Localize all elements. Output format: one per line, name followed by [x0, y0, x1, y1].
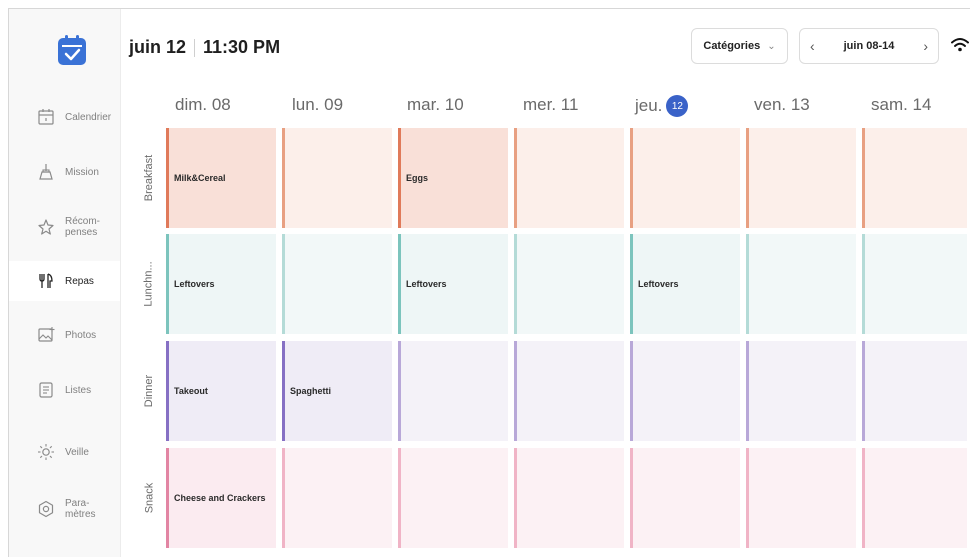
meal-cell[interactable] — [514, 128, 624, 228]
page-title: juin 12 11:30 PM — [129, 37, 280, 58]
wifi-icon — [951, 38, 969, 52]
sidebar-item-listes[interactable]: Listes — [9, 370, 120, 410]
day-label: mer. 11 — [523, 95, 579, 114]
chevron-down-icon: ⌄ — [767, 40, 776, 52]
meal-label: Breakfast — [143, 154, 155, 202]
meal-cell[interactable] — [282, 128, 392, 228]
header-date: juin 12 — [129, 37, 187, 57]
day-label: lun. 09 — [292, 95, 344, 114]
sidebar: Calendrier Mission Récom- penses Repas P… — [9, 9, 121, 557]
meal-row-label: Dinner — [137, 341, 161, 441]
sidebar-item-label: Calendrier — [65, 111, 112, 123]
meal-entry: Leftovers — [406, 279, 447, 289]
meal-cell[interactable]: Leftovers — [166, 234, 276, 334]
today-badge: 12 — [666, 95, 689, 117]
day-label: jeu. — [635, 96, 663, 115]
list-icon — [39, 382, 53, 398]
star-icon — [38, 219, 54, 235]
sidebar-item-veille[interactable]: Veille — [9, 432, 120, 472]
meal-cell[interactable] — [862, 234, 967, 334]
header-time: 11:30 PM — [203, 37, 281, 57]
meal-cell[interactable]: Leftovers — [398, 234, 508, 334]
meal-entry: Takeout — [174, 386, 208, 396]
day-label: sam. 14 — [871, 95, 932, 114]
app-logo-icon — [58, 35, 86, 65]
day-header: mar. 10 — [407, 95, 464, 115]
day-label: ven. 13 — [754, 95, 810, 114]
gear-icon — [38, 500, 54, 518]
meal-label: Lunchn... — [143, 261, 156, 307]
categories-label: Catégories — [703, 40, 761, 52]
meal-cell[interactable] — [630, 341, 740, 441]
header-divider — [194, 38, 196, 57]
meal-cell[interactable] — [862, 448, 967, 548]
meal-entry: Milk&Cereal — [174, 173, 226, 183]
sidebar-item-label: Listes — [65, 384, 92, 396]
week-label: juin 08-14 — [843, 40, 895, 52]
sidebar-item-label: Mission — [65, 166, 99, 178]
next-week-button[interactable]: › — [923, 38, 928, 54]
meal-cell[interactable] — [282, 448, 392, 548]
broom-icon — [39, 164, 53, 180]
categories-dropdown[interactable]: Catégories ⌄ — [691, 28, 788, 64]
meal-entry: Leftovers — [638, 279, 679, 289]
meal-cell[interactable] — [746, 448, 856, 548]
meal-cell[interactable] — [514, 448, 624, 548]
meal-label: Dinner — [143, 374, 155, 408]
day-header: sam. 14 — [871, 95, 931, 115]
day-header: jeu. 12 — [635, 95, 689, 117]
day-label: dim. 08 — [175, 95, 231, 114]
meal-cell[interactable] — [746, 234, 856, 334]
day-header: dim. 08 — [175, 95, 231, 115]
meal-cell[interactable]: Cheese and Crackers — [166, 448, 276, 548]
week-navigator: ‹ juin 08-14 › — [799, 28, 939, 64]
meal-cell[interactable] — [282, 234, 392, 334]
meal-cell[interactable] — [514, 341, 624, 441]
meal-cell[interactable] — [398, 448, 508, 548]
meal-cell[interactable]: Leftovers — [630, 234, 740, 334]
photo-icon — [38, 327, 55, 342]
day-header: ven. 13 — [754, 95, 810, 115]
utensils-icon — [39, 273, 53, 288]
meal-cell[interactable] — [746, 128, 856, 228]
meal-cell[interactable] — [862, 341, 967, 441]
meal-entry: Spaghetti — [290, 386, 332, 396]
day-header: lun. 09 — [292, 95, 343, 115]
sidebar-item-parametres[interactable]: Para- mètres — [9, 489, 120, 529]
meal-row-label: Breakfast — [137, 128, 161, 228]
sidebar-item-label: Photos — [65, 329, 97, 341]
sidebar-item-repas[interactable]: Repas — [9, 261, 120, 301]
day-header: mer. 11 — [523, 95, 578, 115]
meal-entry: Cheese and Crackers — [174, 493, 266, 503]
sidebar-item-label: Para- mètres — [65, 498, 96, 520]
meal-entry: Leftovers — [174, 279, 215, 289]
sidebar-item-label: Récom- penses — [65, 216, 101, 238]
meal-row-label: Snack — [137, 448, 161, 548]
meal-label: Snack — [143, 482, 156, 514]
sidebar-item-mission[interactable]: Mission — [9, 152, 120, 192]
sun-icon — [38, 444, 54, 460]
app-window: Calendrier Mission Récom- penses Repas P… — [8, 8, 970, 557]
calendar-icon — [38, 109, 54, 125]
meal-cell[interactable] — [398, 341, 508, 441]
sidebar-item-photos[interactable]: Photos — [9, 315, 120, 355]
sidebar-item-label: Repas — [65, 275, 94, 287]
meal-cell[interactable] — [862, 128, 967, 228]
meal-cell[interactable] — [630, 448, 740, 548]
meal-cell[interactable] — [514, 234, 624, 334]
meal-entry: Eggs — [406, 173, 429, 183]
meal-cell[interactable]: Takeout — [166, 341, 276, 441]
meal-cell[interactable]: Eggs — [398, 128, 508, 228]
meal-cell[interactable] — [630, 128, 740, 228]
sidebar-item-label: Veille — [65, 446, 89, 458]
sidebar-item-recompenses[interactable]: Récom- penses — [9, 207, 120, 247]
prev-week-button[interactable]: ‹ — [810, 38, 815, 54]
meal-cell[interactable] — [746, 341, 856, 441]
meal-cell[interactable]: Milk&Cereal — [166, 128, 276, 228]
sidebar-item-calendrier[interactable]: Calendrier — [9, 97, 120, 137]
meal-row-label: Lunchn... — [137, 234, 161, 334]
day-label: mar. 10 — [407, 95, 464, 114]
meal-cell[interactable]: Spaghetti — [282, 341, 392, 441]
